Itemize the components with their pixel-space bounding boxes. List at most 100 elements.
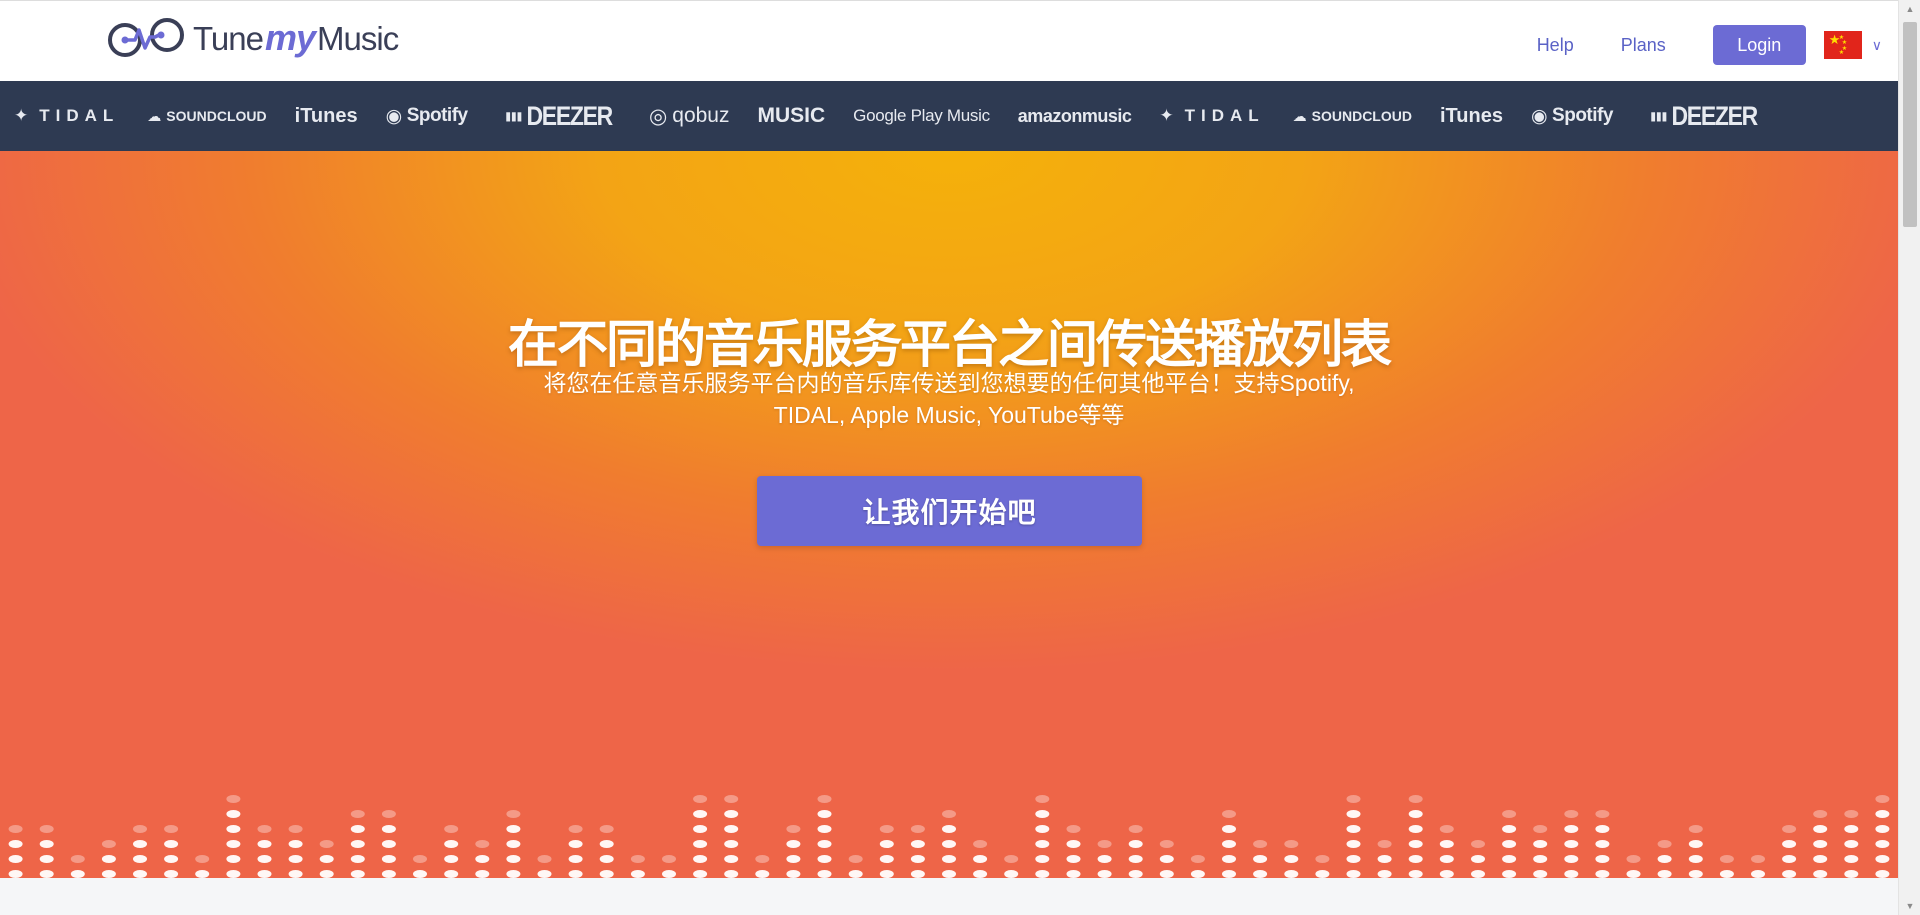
equalizer-dot (1097, 840, 1112, 848)
equalizer-dot (599, 825, 614, 833)
equalizer-dot (350, 825, 365, 833)
scroll-thumb[interactable] (1903, 22, 1917, 227)
get-started-button[interactable]: 让我们开始吧 (757, 476, 1142, 546)
equalizer-dot (319, 870, 334, 878)
equalizer-dot (350, 810, 365, 818)
tunemymusic-logo[interactable]: Tune my Music (107, 13, 399, 63)
equalizer-dot (164, 870, 179, 878)
equalizer-dot (1533, 825, 1548, 833)
equalizer-dot (1346, 870, 1361, 878)
equalizer-dot (1439, 870, 1454, 878)
equalizer-decoration (8, 795, 1890, 878)
chevron-down-icon[interactable]: ∨ (1872, 37, 1882, 54)
equalizer-dot (39, 825, 54, 833)
equalizer-dot (1159, 840, 1174, 848)
equalizer-dot (1782, 855, 1797, 863)
equalizer-dot (942, 810, 956, 818)
equalizer-dot (226, 810, 241, 818)
equalizer-dot (1595, 825, 1610, 833)
equalizer-dot (1564, 810, 1579, 818)
service-logo-soundcloud: ☁ SOUNDCLOUD (1293, 108, 1412, 125)
equalizer-dot (1657, 855, 1672, 863)
equalizer-dot (1502, 870, 1517, 878)
logo-my: my (265, 17, 316, 58)
cn-flag-icon[interactable]: ★ ★ ★ ★ ★ (1823, 31, 1862, 59)
equalizer-dot (1688, 825, 1703, 833)
equalizer-dot (1533, 840, 1548, 848)
equalizer-dot (1813, 870, 1828, 878)
equalizer-dot (1471, 870, 1485, 878)
equalizer-dot (8, 855, 23, 863)
equalizer-dot (1097, 870, 1112, 878)
equalizer-dot (1813, 855, 1828, 863)
soundcloud-icon: ☁ (1292, 107, 1307, 124)
equalizer-dot (910, 855, 925, 863)
hero-subtitle-line1: 将您在任意音乐服务平台内的音乐库传送到您想要的任何其他平台！支持Spotify, (543, 370, 1355, 396)
equalizer-dot (195, 855, 210, 863)
service-logo-itunes: iTunes (295, 105, 358, 128)
help-link[interactable]: Help (1537, 35, 1574, 56)
tidal-icon: ✦ (1159, 106, 1180, 125)
equalizer-dot (226, 840, 241, 848)
service-name: Spotify (406, 105, 468, 126)
tidal-icon: ✦ (14, 106, 35, 125)
service-logo-spotify: ◉ Spotify (1531, 105, 1613, 128)
equalizer-dot (1502, 840, 1517, 848)
equalizer-dot (1315, 855, 1330, 863)
equalizer-dot (1782, 840, 1797, 848)
equalizer-dot (693, 840, 708, 848)
service-name: DEEZER (526, 100, 613, 131)
scroll-up-arrow-icon[interactable]: ▲ (1899, 0, 1920, 18)
equalizer-dot (942, 855, 956, 863)
hero-title: 在不同的音乐服务平台之间传送播放列表 (507, 316, 1392, 373)
equalizer-dot (1502, 855, 1517, 863)
equalizer-dot (226, 825, 241, 833)
scroll-down-arrow-icon[interactable]: ▼ (1899, 897, 1920, 915)
equalizer-dot (1222, 855, 1236, 863)
equalizer-dot (942, 825, 956, 833)
equalizer-dot (599, 870, 614, 878)
deezer-icon: ▮▮▮ (504, 109, 522, 123)
plans-link[interactable]: Plans (1621, 35, 1666, 56)
equalizer-dot (164, 825, 179, 833)
equalizer-dot (568, 870, 583, 878)
equalizer-dot (599, 840, 614, 848)
equalizer-dot (1346, 825, 1361, 833)
equalizer-dot (879, 825, 894, 833)
login-button[interactable]: Login (1712, 25, 1806, 65)
equalizer-dot (1844, 855, 1859, 863)
equalizer-dot (1813, 825, 1828, 833)
equalizer-dot (1377, 870, 1392, 878)
equalizer-dot (413, 855, 427, 863)
equalizer-dot (1595, 840, 1610, 848)
equalizer-dot (257, 870, 272, 878)
top-nav: Help Plans Login ★ ★ ★ ★ ★ ∨ (1537, 25, 1882, 65)
logo-icon (108, 18, 184, 57)
equalizer-dot (444, 840, 459, 848)
service-name: iTunes (1439, 104, 1503, 127)
page-scrollbar[interactable]: ▲ ▼ (1898, 0, 1920, 915)
equalizer-dot (444, 825, 459, 833)
equalizer-dot (444, 855, 459, 863)
equalizer-dot (1222, 870, 1236, 878)
equalizer-dot (537, 870, 552, 878)
equalizer-dot (879, 870, 894, 878)
equalizer-dot (101, 840, 116, 848)
equalizer-dot (381, 825, 396, 833)
equalizer-dot (693, 855, 708, 863)
equalizer-dot (786, 855, 801, 863)
equalizer-dot (1813, 810, 1828, 818)
equalizer-dot (755, 870, 770, 878)
equalizer-dot (1471, 840, 1485, 848)
equalizer-dot (506, 840, 521, 848)
service-logo-tidal: ✦ TIDAL (1159, 106, 1264, 126)
equalizer-dot (1657, 840, 1672, 848)
equalizer-dot (1657, 870, 1672, 878)
equalizer-dot (848, 855, 863, 863)
equalizer-dot (1408, 795, 1423, 803)
equalizer-dot (973, 840, 988, 848)
equalizer-dot (1844, 825, 1859, 833)
equalizer-dot (164, 840, 179, 848)
equalizer-dot (1875, 870, 1890, 878)
equalizer-dot (288, 825, 303, 833)
